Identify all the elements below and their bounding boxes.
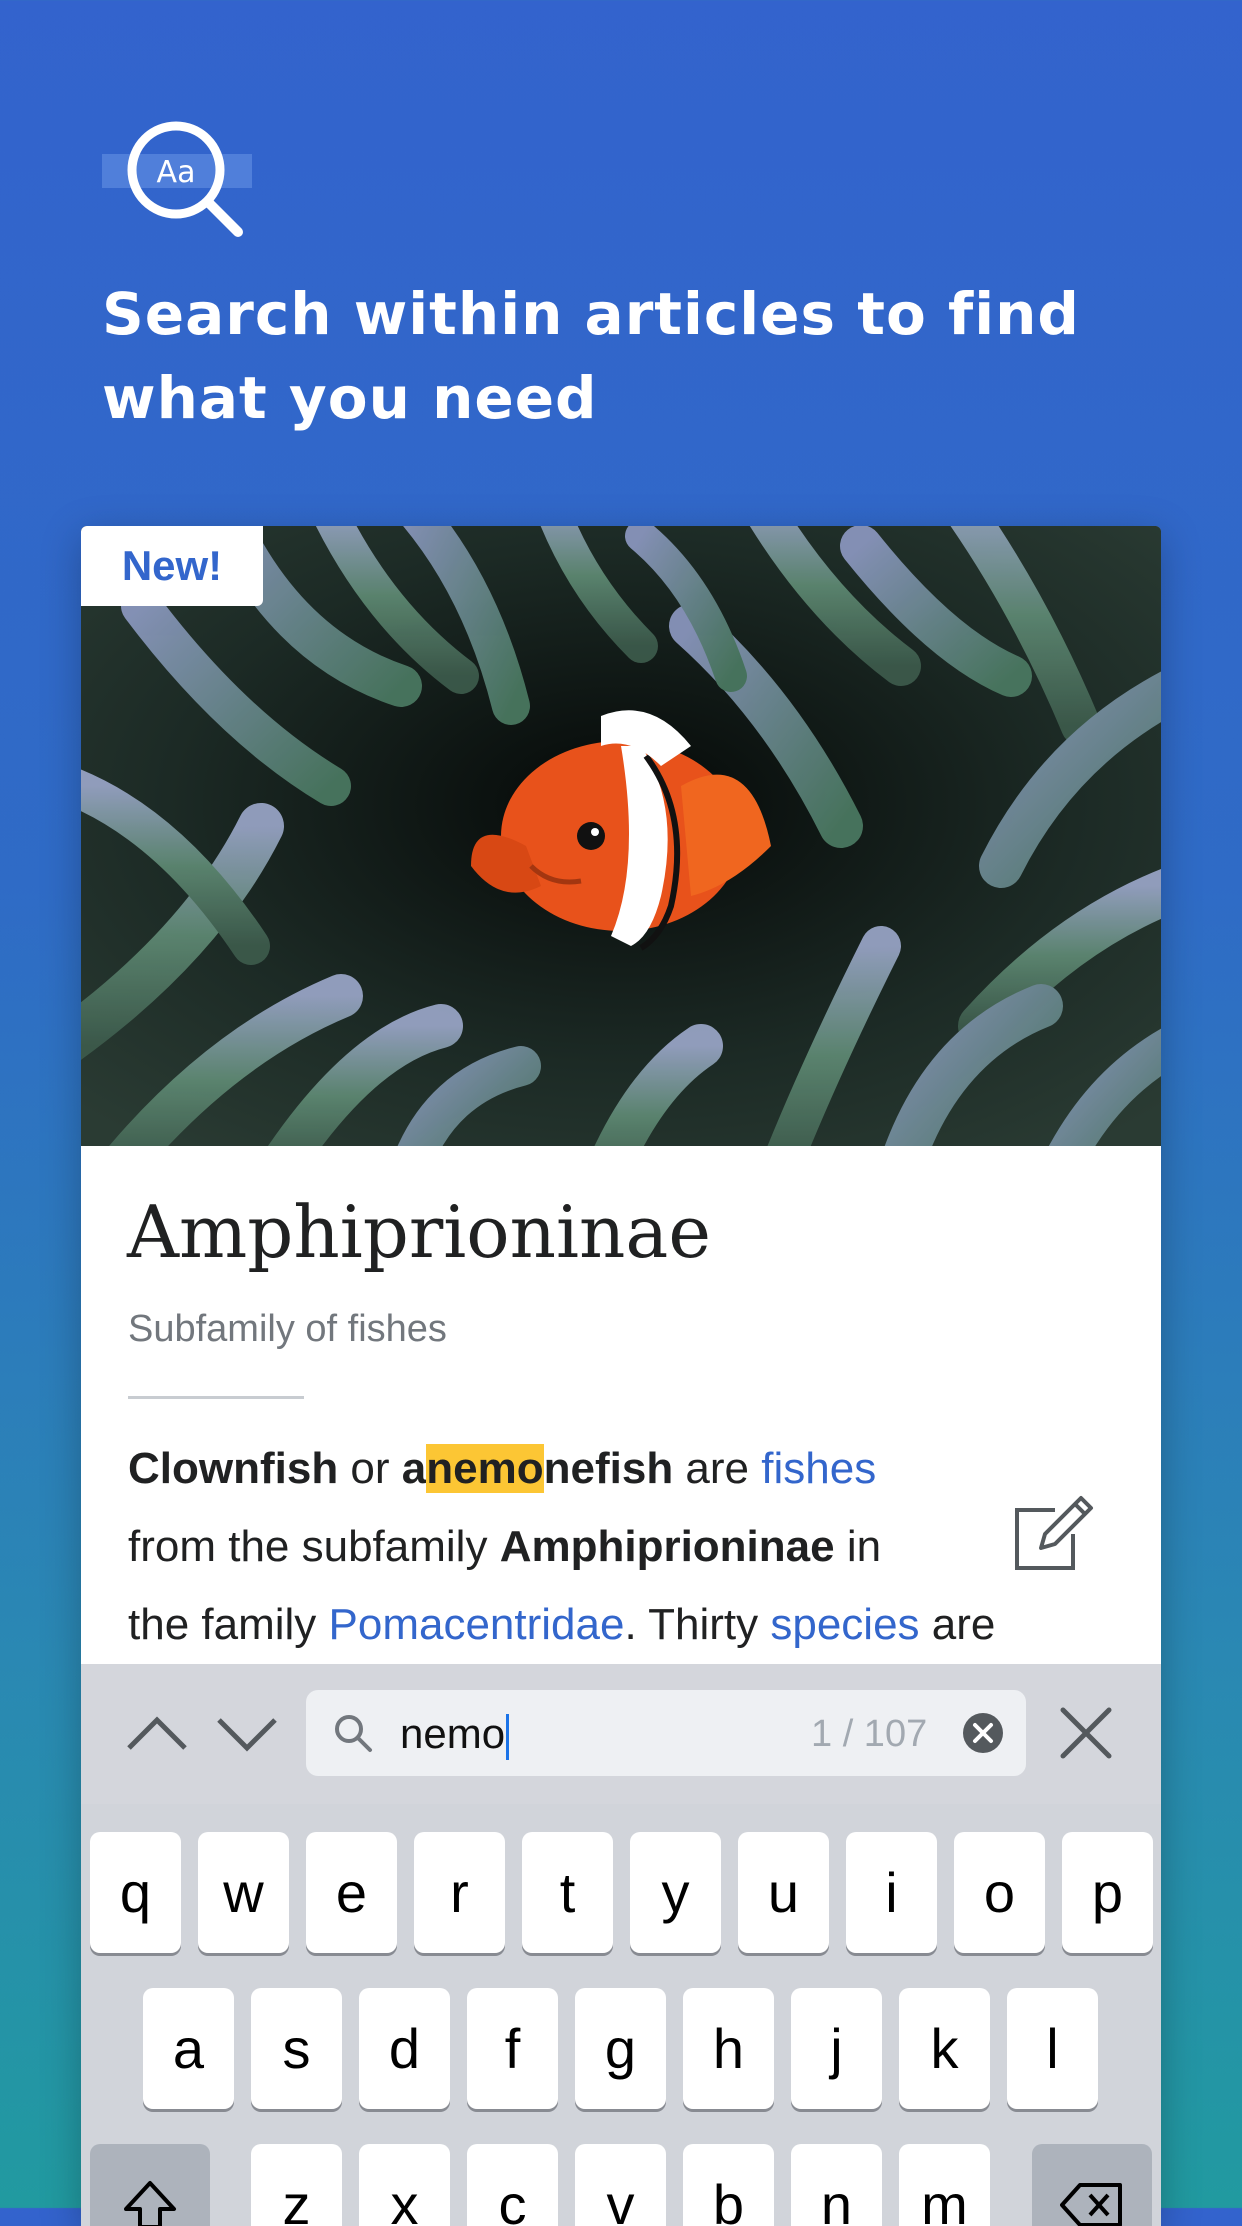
text-run: in bbox=[835, 1522, 881, 1571]
key-y[interactable]: y bbox=[630, 1832, 721, 1953]
key-f[interactable]: f bbox=[467, 1988, 558, 2109]
text-run: from the subfamily bbox=[128, 1522, 500, 1571]
svg-text:Aa: Aa bbox=[157, 155, 196, 190]
find-in-page-bar: nemo 1 / 107 bbox=[81, 1664, 1161, 1804]
close-icon[interactable] bbox=[1057, 1704, 1115, 1762]
article-subtitle: Subfamily of fishes bbox=[128, 1308, 447, 1351]
article-card: New! Amphiprioninae Subfamily of fishes … bbox=[81, 526, 1161, 2226]
term-clownfish: Clownfish bbox=[128, 1444, 338, 1493]
key-q[interactable]: q bbox=[90, 1832, 181, 1953]
shift-arrow-icon bbox=[122, 2177, 178, 2226]
paragraph-line-3: the family Pomacentridae. Thirty species… bbox=[128, 1586, 1008, 1664]
key-m[interactable]: m bbox=[899, 2144, 990, 2226]
key-n[interactable]: n bbox=[791, 2144, 882, 2226]
delete-key[interactable] bbox=[1032, 2144, 1152, 2226]
match-count: 1 / 107 bbox=[811, 1710, 927, 1758]
search-input[interactable]: nemo bbox=[400, 1710, 509, 1758]
key-l[interactable]: l bbox=[1007, 1988, 1098, 2109]
chevron-down-icon[interactable] bbox=[215, 1702, 279, 1766]
term-anemonefish: anemonefish bbox=[402, 1444, 673, 1493]
text-run: or bbox=[338, 1444, 402, 1493]
clownfish-photo: New! bbox=[81, 526, 1161, 1146]
shift-key[interactable] bbox=[90, 2144, 210, 2226]
key-h[interactable]: h bbox=[683, 1988, 774, 2109]
link-species[interactable]: species bbox=[770, 1600, 919, 1649]
key-u[interactable]: u bbox=[738, 1832, 829, 1953]
key-d[interactable]: d bbox=[359, 1988, 450, 2109]
article-title: Amphiprioninae bbox=[127, 1190, 711, 1274]
paragraph-line-1: Clownfish or anemonefish are fishes bbox=[128, 1430, 1008, 1508]
term-amphiprioninae: Amphiprioninae bbox=[500, 1522, 835, 1571]
paragraph-line-2: from the subfamily Amphiprioninae in bbox=[128, 1508, 1008, 1586]
find-search-field[interactable]: nemo 1 / 107 bbox=[306, 1690, 1026, 1776]
chevron-up-icon[interactable] bbox=[125, 1702, 189, 1766]
key-x[interactable]: x bbox=[359, 2144, 450, 2226]
key-i[interactable]: i bbox=[846, 1832, 937, 1953]
headline-line-1: Search within articles to find bbox=[102, 272, 1162, 356]
key-a[interactable]: a bbox=[143, 1988, 234, 2109]
search-icon bbox=[332, 1712, 374, 1754]
key-s[interactable]: s bbox=[251, 1988, 342, 2109]
key-p[interactable]: p bbox=[1062, 1832, 1153, 1953]
key-k[interactable]: k bbox=[899, 1988, 990, 2109]
title-divider bbox=[128, 1396, 304, 1399]
clear-circle-icon[interactable] bbox=[962, 1712, 1004, 1754]
key-v[interactable]: v bbox=[575, 2144, 666, 2226]
text-run: nefish bbox=[544, 1444, 674, 1493]
text-run: . Thirty bbox=[624, 1600, 770, 1649]
text-run: are bbox=[673, 1444, 761, 1493]
key-r[interactable]: r bbox=[414, 1832, 505, 1953]
text-run: a bbox=[402, 1444, 426, 1493]
key-w[interactable]: w bbox=[198, 1832, 289, 1953]
key-j[interactable]: j bbox=[791, 1988, 882, 2109]
key-t[interactable]: t bbox=[522, 1832, 613, 1953]
backspace-icon bbox=[1060, 2181, 1124, 2226]
key-z[interactable]: z bbox=[251, 2144, 342, 2226]
headline-line-2: what you need bbox=[102, 356, 1162, 440]
link-pomacentridae[interactable]: Pomacentridae bbox=[329, 1600, 625, 1649]
text-search-icon: Aa bbox=[100, 120, 260, 250]
keyboard: q w e r t y u i o p a s d f g h j k l z … bbox=[81, 1804, 1161, 2226]
edit-pencil-icon[interactable] bbox=[1011, 1490, 1095, 1574]
key-e[interactable]: e bbox=[306, 1832, 397, 1953]
headline: Search within articles to find what you … bbox=[102, 272, 1162, 440]
key-b[interactable]: b bbox=[683, 2144, 774, 2226]
link-fishes[interactable]: fishes bbox=[761, 1444, 876, 1493]
text-run: the family bbox=[128, 1600, 329, 1649]
article-body: Clownfish or anemonefish are fishes from… bbox=[128, 1430, 1008, 1664]
search-query: nemo bbox=[400, 1710, 505, 1757]
key-g[interactable]: g bbox=[575, 1988, 666, 2109]
text-caret bbox=[506, 1714, 509, 1760]
key-c[interactable]: c bbox=[467, 2144, 558, 2226]
search-highlight: nemo bbox=[426, 1444, 543, 1493]
key-o[interactable]: o bbox=[954, 1832, 1045, 1953]
text-run: are bbox=[920, 1600, 996, 1649]
new-badge: New! bbox=[81, 526, 263, 606]
